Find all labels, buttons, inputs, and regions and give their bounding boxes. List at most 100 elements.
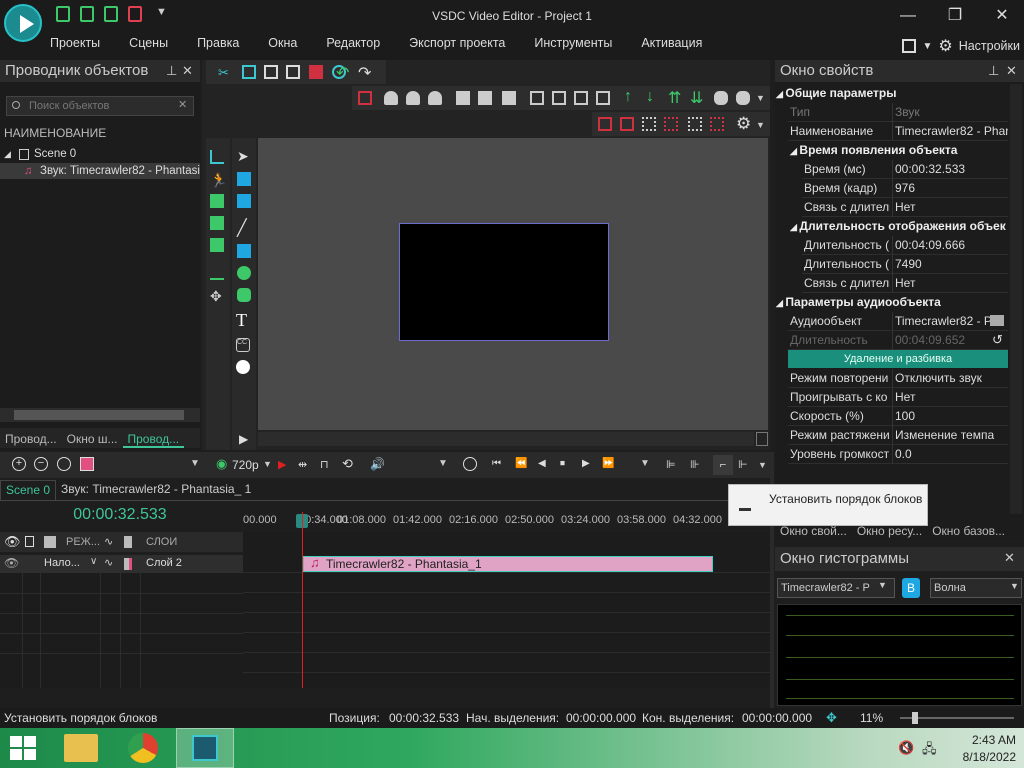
prop-value[interactable]: Timecrawler82 - Phan xyxy=(892,122,1008,141)
fit-canvas-icon[interactable] xyxy=(756,432,768,446)
same-size-icon[interactable] xyxy=(574,91,588,105)
audio-icon[interactable] xyxy=(210,216,224,230)
layout-icon[interactable] xyxy=(902,39,917,53)
prop-value[interactable]: Нет xyxy=(892,198,1008,217)
menu-activation[interactable]: Активация xyxy=(641,36,702,54)
track-waveform-icon[interactable]: ∿ xyxy=(104,556,113,569)
source-dropdown-icon[interactable]: ▼ xyxy=(878,580,887,590)
track-mode-dropdown-icon[interactable]: ∨ xyxy=(90,556,97,567)
clock-time[interactable]: 2:43 AM xyxy=(950,733,1016,747)
collapse-icon[interactable]: ◢ xyxy=(4,146,11,162)
tab-explorer-1[interactable]: Провод... xyxy=(0,428,62,448)
image-icon[interactable] xyxy=(210,194,224,208)
prop-audio-object[interactable]: Аудиообъект Timecrawler82 - P xyxy=(788,312,1008,331)
search-input[interactable]: Поиск объектов xyxy=(6,96,194,116)
line-icon[interactable]: ╱ xyxy=(237,218,251,237)
text-icon[interactable]: T xyxy=(236,310,250,330)
close-icon[interactable]: ✕ xyxy=(982,4,1022,28)
guides-icon[interactable] xyxy=(688,117,702,131)
block-order-2-icon[interactable]: ⊩ xyxy=(738,458,752,472)
clear-search-icon[interactable]: ✕ xyxy=(178,98,187,111)
scene-frame[interactable] xyxy=(399,223,609,341)
file-explorer-icon[interactable] xyxy=(64,734,98,762)
prop-value[interactable]: Изменение темпа xyxy=(892,426,1008,445)
step-forward-icon[interactable]: ▶ xyxy=(582,458,596,472)
move-down-icon[interactable]: ↓ xyxy=(646,88,660,105)
zoom-slider-thumb[interactable] xyxy=(912,712,918,724)
close-histogram-icon[interactable]: ✕ xyxy=(1004,550,1015,566)
step-back-icon[interactable]: ◀ xyxy=(538,458,552,472)
prop-value[interactable]: Отключить звук xyxy=(892,369,1008,388)
gear-icon[interactable]: ⚙ xyxy=(938,36,952,56)
vsdc-taskbar-button[interactable] xyxy=(176,728,234,768)
pin-icon[interactable]: ⊥ xyxy=(166,63,177,79)
close-panel-icon[interactable]: ✕ xyxy=(182,63,193,79)
horizontal-scrollbar[interactable] xyxy=(0,408,200,422)
layout-dropdown-icon[interactable]: ▼ xyxy=(922,41,932,52)
split-button[interactable]: Удаление и разбивка xyxy=(788,350,1008,368)
mode-dropdown-icon[interactable]: ▼ xyxy=(1010,581,1019,591)
prop-stretch[interactable]: Режим растяжени Изменение темпа xyxy=(788,426,1008,445)
tab-audio-object[interactable]: Звук: Timecrawler82 - Phantasia_ 1 xyxy=(56,480,256,500)
volume-icon[interactable]: 🔊 xyxy=(370,457,385,471)
menu-export[interactable]: Экспорт проекта xyxy=(409,36,505,54)
blend-icon[interactable] xyxy=(44,536,56,548)
prop-value[interactable]: 00:04:09.666 xyxy=(892,236,1008,255)
prop-duration-frames[interactable]: Длительность (7490 xyxy=(802,255,1008,274)
menu-tools[interactable]: Инструменты xyxy=(534,36,612,54)
zoom-fit-icon[interactable]: ✥ xyxy=(826,708,837,728)
snap-grid-icon[interactable] xyxy=(664,117,678,131)
distribute-icon[interactable]: ⊪ xyxy=(690,458,704,472)
tree-item-audio[interactable]: ♫ Звук: Timecrawler82 - Phantasia xyxy=(0,163,200,179)
align-left-icon[interactable] xyxy=(456,91,470,105)
track-eye-icon[interactable]: 👁 xyxy=(4,556,19,570)
stop-icon[interactable]: ⏹ xyxy=(560,458,574,472)
ellipse-icon[interactable] xyxy=(237,266,251,280)
snap-guides-icon[interactable] xyxy=(710,117,724,131)
video-icon[interactable] xyxy=(210,238,224,252)
same-width-icon[interactable] xyxy=(530,91,544,105)
playback-dropdown-icon[interactable]: ▼ xyxy=(640,458,654,472)
section-appear-time[interactable]: ◢ Время появления объекта xyxy=(790,141,1022,160)
prop-duration-ms[interactable]: Длительность (00:04:09.666 xyxy=(802,236,1008,255)
folder-icon[interactable] xyxy=(990,315,1004,326)
lock-icon[interactable] xyxy=(25,536,34,547)
section-general[interactable]: ◢ Общие параметры xyxy=(776,84,1008,103)
network-icon[interactable]: 🖧 xyxy=(922,740,937,762)
reset-icon[interactable]: ↺ xyxy=(992,332,1003,348)
rewind-icon[interactable]: ⏪ xyxy=(515,458,529,472)
time-ruler[interactable]: 00.000 00:34.000 01:08.000 01:42.000 02:… xyxy=(243,512,768,530)
delete-icon[interactable] xyxy=(309,65,323,79)
prop-time-frame[interactable]: Время (кадр) 976 xyxy=(802,179,1008,198)
undo-icon[interactable]: ↶ xyxy=(336,63,350,82)
clock-icon[interactable] xyxy=(463,457,477,471)
resolution-select[interactable]: 720p xyxy=(232,458,259,472)
prop-value[interactable]: 976 xyxy=(892,179,1008,198)
prop-value[interactable]: 00:00:32.533 xyxy=(892,160,1008,179)
add-track-icon[interactable]: + xyxy=(12,457,26,471)
align-top-icon[interactable] xyxy=(384,91,398,105)
close-panel-icon[interactable]: ✕ xyxy=(1006,63,1017,79)
prop-duration-link[interactable]: Связь с длитель Нет xyxy=(802,274,1008,293)
move-up-icon[interactable]: ↑ xyxy=(624,88,638,105)
prop-time-link[interactable]: Связь с длитель Нет xyxy=(802,198,1008,217)
prop-repeat[interactable]: Режим повторени Отключить звук xyxy=(788,369,1008,388)
copy-icon[interactable] xyxy=(242,65,256,79)
track-video-icon[interactable] xyxy=(124,558,132,570)
prop-volume[interactable]: Уровень громкост 0.0 xyxy=(788,445,1008,464)
prop-value[interactable]: 0.0 xyxy=(892,445,1008,464)
prop-name[interactable]: Наименование Timecrawler82 - Phan xyxy=(788,122,1008,141)
move-bottom-icon[interactable]: ⇊ xyxy=(690,88,704,107)
paste-icon[interactable] xyxy=(264,65,278,79)
clip-icon[interactable]: ⊓ xyxy=(320,458,334,472)
rect-icon[interactable] xyxy=(237,172,251,186)
zoom-slider[interactable] xyxy=(900,712,1014,724)
layer-icon[interactable] xyxy=(237,194,251,208)
toolbar-dropdown-icon[interactable]: ▼ xyxy=(756,93,770,107)
preview-eye-icon[interactable]: ◉ xyxy=(216,456,230,471)
move-top-icon[interactable]: ⇈ xyxy=(668,88,682,107)
clock-date[interactable]: 8/18/2022 xyxy=(950,750,1016,764)
fast-forward-icon[interactable]: ⏩ xyxy=(602,458,616,472)
play-red-icon[interactable]: ▶ xyxy=(278,458,292,472)
same-height-icon[interactable] xyxy=(552,91,566,105)
